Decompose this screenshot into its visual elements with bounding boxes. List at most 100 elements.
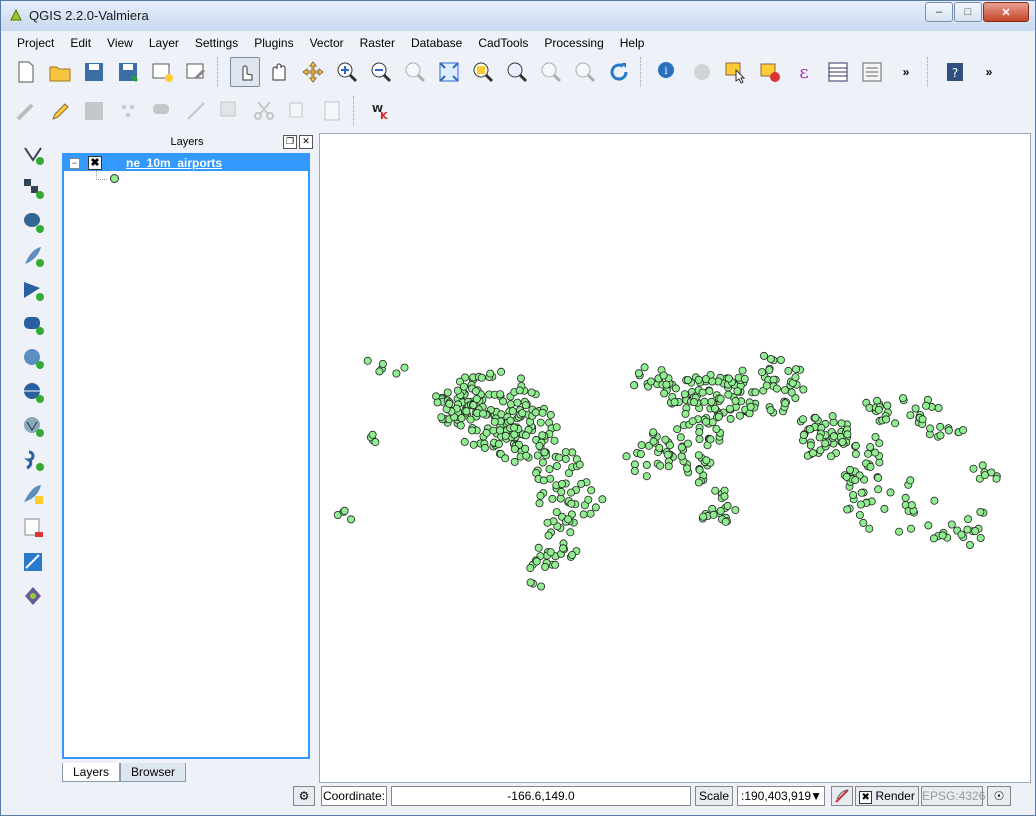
add-raster-layer-icon[interactable] — [15, 173, 51, 203]
help-icon[interactable]: ? — [940, 57, 970, 87]
tab-browser[interactable]: Browser — [120, 763, 187, 782]
menu-edit[interactable]: Edit — [62, 33, 99, 53]
add-delimited-text-layer-icon[interactable] — [15, 445, 51, 475]
add-vector-layer-icon[interactable] — [15, 139, 51, 169]
zoom-to-layer-icon[interactable] — [502, 57, 532, 87]
add-feature-icon[interactable] — [113, 96, 143, 126]
airport-point — [433, 398, 442, 407]
airport-point — [460, 437, 469, 446]
coordinate-field[interactable]: -166.6,149.0 — [391, 786, 691, 806]
attribute-table-icon[interactable] — [823, 57, 853, 87]
new-project-icon[interactable] — [11, 57, 41, 87]
georeferencer-icon[interactable] — [15, 547, 51, 577]
touch-zoom-pan-icon[interactable] — [230, 57, 260, 87]
float-panel-icon[interactable]: ❐ — [283, 135, 297, 149]
pan-map-icon[interactable] — [264, 57, 294, 87]
pan-to-selection-icon[interactable] — [298, 57, 328, 87]
menu-help[interactable]: Help — [612, 33, 653, 53]
layer-row[interactable]: − ✖ ne_10m_airports — [64, 155, 308, 171]
airport-point — [499, 397, 508, 406]
add-mssql-layer-icon[interactable] — [15, 275, 51, 305]
zoom-out-icon[interactable] — [366, 57, 396, 87]
cut-features-icon[interactable] — [249, 96, 279, 126]
identify-features-icon[interactable]: i — [653, 57, 683, 87]
menu-cadtools[interactable]: CadTools — [470, 33, 536, 53]
open-project-icon[interactable] — [45, 57, 75, 87]
coordinate-toggle-icon[interactable]: ⚙ — [293, 786, 315, 806]
map-canvas[interactable] — [319, 133, 1031, 783]
layer-visibility-checkbox[interactable]: ✖ — [88, 156, 102, 170]
airport-point — [557, 487, 566, 496]
layer-name[interactable]: ne_10m_airports — [126, 156, 222, 170]
menu-view[interactable]: View — [99, 33, 141, 53]
field-calculator-icon[interactable]: ε — [789, 57, 819, 87]
add-wfs-layer-icon[interactable] — [15, 411, 51, 441]
zoom-actual-size-icon[interactable] — [400, 57, 430, 87]
airport-point — [957, 530, 966, 539]
refresh-icon[interactable] — [604, 57, 634, 87]
close-panel-icon[interactable]: ✕ — [299, 135, 313, 149]
menu-layer[interactable]: Layer — [141, 33, 187, 53]
airport-point — [963, 525, 972, 534]
airport-point — [539, 476, 548, 485]
scale-combo[interactable]: :190,403,919 ▼ — [737, 786, 825, 806]
menu-processing[interactable]: Processing — [536, 33, 611, 53]
action-icon[interactable] — [687, 57, 717, 87]
menu-project[interactable]: Project — [9, 33, 62, 53]
zoom-next-icon[interactable] — [570, 57, 600, 87]
collapse-icon[interactable]: − — [69, 158, 80, 169]
menu-raster[interactable]: Raster — [352, 33, 403, 53]
layers-tree[interactable]: − ✖ ne_10m_airports — [62, 153, 310, 759]
select-features-icon[interactable] — [721, 57, 751, 87]
paste-features-icon[interactable] — [317, 96, 347, 126]
delete-selected-icon[interactable] — [215, 96, 245, 126]
crs-status[interactable]: EPSG:4326 — [921, 786, 985, 806]
new-shapefile-layer-icon[interactable] — [15, 479, 51, 509]
airport-point — [490, 417, 499, 426]
airport-point — [725, 404, 734, 413]
copy-features-icon[interactable] — [283, 96, 313, 126]
minimize-button[interactable]: – — [925, 2, 953, 22]
node-tool-icon[interactable] — [181, 96, 211, 126]
add-postgis-layer-icon[interactable] — [15, 207, 51, 237]
toolbar-overflow-icon[interactable]: » — [974, 57, 1004, 87]
menu-plugins[interactable]: Plugins — [246, 33, 301, 53]
svg-text:i: i — [664, 66, 667, 77]
zoom-last-icon[interactable] — [536, 57, 566, 87]
add-spatialite-layer-icon[interactable] — [15, 241, 51, 271]
plugin-icon[interactable] — [15, 581, 51, 611]
crs-icon[interactable]: ☉ — [987, 786, 1011, 806]
qgis-window: QGIS 2.2.0-Valmiera – □ ✕ Project Edit V… — [0, 0, 1036, 816]
tab-layers[interactable]: Layers — [62, 763, 121, 782]
maximize-button[interactable]: □ — [954, 2, 982, 22]
move-feature-icon[interactable] — [147, 96, 177, 126]
close-button[interactable]: ✕ — [983, 2, 1029, 22]
composer-manager-icon[interactable] — [181, 57, 211, 87]
remove-layer-icon[interactable] — [15, 513, 51, 543]
add-oracle-layer-icon[interactable] — [15, 309, 51, 339]
save-as-icon[interactable] — [113, 57, 143, 87]
current-edits-icon[interactable] — [11, 96, 41, 126]
add-wcs-layer-icon[interactable] — [15, 377, 51, 407]
airport-point — [815, 433, 824, 442]
save-project-icon[interactable] — [79, 57, 109, 87]
airport-point — [838, 437, 847, 446]
menu-vector[interactable]: Vector — [302, 33, 352, 53]
render-checkbox[interactable]: ✖ Render — [855, 786, 919, 806]
zoom-to-selection-icon[interactable] — [468, 57, 498, 87]
stop-render-icon[interactable] — [831, 786, 853, 806]
deselect-features-icon[interactable] — [755, 57, 785, 87]
new-print-composer-icon[interactable] — [147, 57, 177, 87]
point-symbol-icon — [110, 174, 119, 183]
zoom-in-icon[interactable] — [332, 57, 362, 87]
toolbar-overflow-icon[interactable]: » — [891, 57, 921, 87]
zoom-full-icon[interactable] — [434, 57, 464, 87]
menu-settings[interactable]: Settings — [187, 33, 246, 53]
statistics-icon[interactable] — [857, 57, 887, 87]
save-edits-icon[interactable] — [79, 96, 109, 126]
airport-point — [846, 465, 855, 474]
wkt-icon[interactable]: WK — [366, 96, 396, 126]
menu-database[interactable]: Database — [403, 33, 470, 53]
add-wms-layer-icon[interactable] — [15, 343, 51, 373]
toggle-editing-icon[interactable] — [45, 96, 75, 126]
